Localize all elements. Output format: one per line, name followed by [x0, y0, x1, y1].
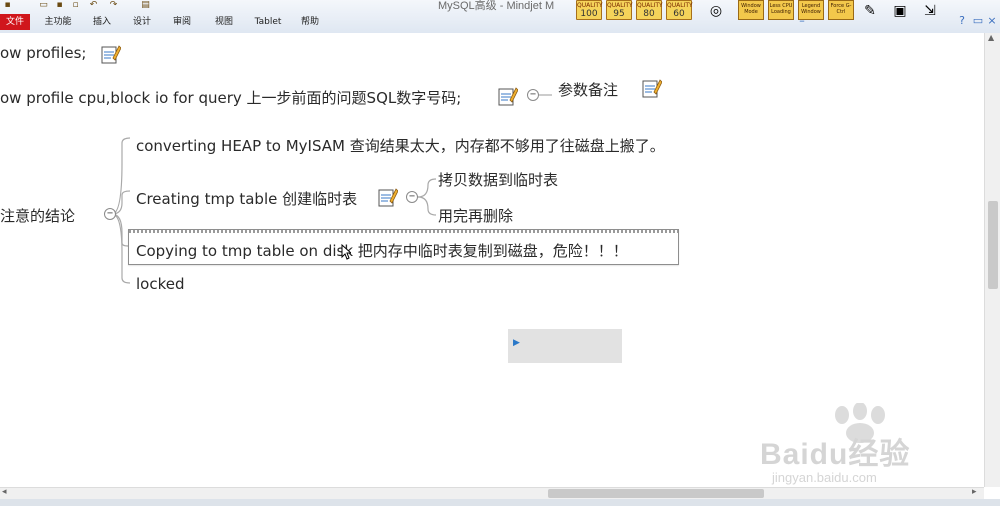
app-icon[interactable]: ▪	[2, 0, 13, 10]
note-icon[interactable]	[101, 44, 121, 64]
status-bar	[0, 499, 1000, 506]
quality-100-button[interactable]: QUALITY 100	[576, 0, 603, 20]
ribbon-bar: ▪ ▭ ▪ ▫ ↶ ↷ ▤ MySQL高级 - Mindjet M 文件 主功能…	[0, 0, 1000, 34]
collapse-toggle[interactable]: −	[406, 191, 418, 203]
topic-copying-to-disk[interactable]: Copying to tmp table on disk 把内存中临时表复制到磁…	[136, 240, 628, 261]
scroll-right-icon[interactable]: ▸	[972, 487, 977, 497]
help-icon[interactable]: ?	[956, 15, 968, 27]
quick-access-toolbar: ▪ ▭ ▪ ▫ ↶ ↷ ▤	[0, 0, 180, 12]
topic-param-note[interactable]: 参数备注	[558, 79, 618, 100]
minimize-ribbon-icon[interactable]: –	[796, 15, 808, 27]
tab-tablet[interactable]: Tablet	[248, 14, 288, 30]
tab-help[interactable]: 帮助	[294, 14, 326, 30]
watermark-url: jingyan.baidu.com	[772, 470, 877, 485]
play-icon[interactable]: ▶	[513, 338, 520, 348]
less-cpu-button[interactable]: Less CPU Loading	[768, 0, 794, 20]
mindmap-canvas[interactable]: ow profiles; ow profile cpu,block io for…	[0, 33, 984, 487]
topic-conclusion[interactable]: 注意的结论	[0, 205, 75, 226]
horizontal-scroll-thumb[interactable]	[548, 489, 764, 498]
redo-icon[interactable]: ↷	[108, 0, 119, 10]
scroll-left-icon[interactable]: ◂	[2, 487, 7, 497]
topic-creating-tmp-table[interactable]: Creating tmp table 创建临时表	[136, 188, 357, 209]
collapse-toggle[interactable]: −	[104, 208, 116, 220]
undo-icon[interactable]: ↶	[88, 0, 99, 10]
restore-icon[interactable]: ▭	[972, 15, 984, 27]
quality-60-button[interactable]: QUALITY 60	[666, 0, 693, 20]
collapse-toggle[interactable]: −	[527, 89, 539, 101]
mouse-cursor-icon	[341, 244, 351, 260]
topic-delete-after[interactable]: 用完再删除	[438, 205, 513, 226]
note-icon[interactable]	[498, 86, 518, 106]
note-icon[interactable]	[378, 187, 398, 207]
horizontal-scrollbar[interactable]: ◂ ▸	[0, 487, 984, 499]
tab-view[interactable]: 视图	[208, 14, 240, 30]
watermark: Baidu经验 jingyan.baidu.com	[720, 403, 980, 487]
topic-show-profiles[interactable]: ow profiles;	[0, 44, 86, 62]
tab-review[interactable]: 审阅	[166, 14, 198, 30]
menu-strip: 文件 主功能 插入 设计 审阅 视图 Tablet 帮助	[0, 14, 560, 31]
topic-show-profile-cpu[interactable]: ow profile cpu,block io for query 上一步前面的…	[0, 87, 461, 108]
topic-converting-heap[interactable]: converting HEAP to MyISAM 查询结果太大，内存都不够用了…	[136, 135, 665, 156]
watermark-brand: Baidu经验	[760, 438, 911, 471]
window-mode-button[interactable]: Window Mode	[738, 0, 764, 20]
note-icon[interactable]	[642, 78, 662, 98]
scroll-up-icon[interactable]: ▲	[988, 33, 994, 42]
ribbon-right-controls: – ? ▭ ×	[796, 12, 1000, 32]
tab-design[interactable]: 设计	[126, 14, 158, 30]
window-title: MySQL高级 - Mindjet M	[438, 0, 555, 12]
disc-icon[interactable]: ◎	[706, 0, 726, 22]
close-icon[interactable]: ×	[986, 15, 998, 27]
tab-home[interactable]: 主功能	[38, 14, 78, 30]
topic-locked[interactable]: locked	[136, 275, 185, 293]
topic-copy-data[interactable]: 拷贝数据到临时表	[438, 169, 558, 190]
print-icon[interactable]: ▫	[70, 0, 81, 10]
tab-file[interactable]: 文件	[0, 14, 30, 30]
vertical-scrollbar[interactable]: ▲	[984, 33, 1000, 487]
note-icon[interactable]: ▤	[140, 0, 151, 10]
media-placeholder[interactable]	[508, 329, 622, 363]
save-icon[interactable]: ▪	[54, 0, 65, 10]
resize-handle[interactable]	[129, 230, 678, 233]
quality-80-button[interactable]: QUALITY 80	[636, 0, 663, 20]
tab-insert[interactable]: 插入	[86, 14, 118, 30]
vertical-scroll-thumb[interactable]	[988, 201, 998, 289]
open-icon[interactable]: ▭	[38, 0, 49, 10]
quality-95-button[interactable]: QUALITY 95	[606, 0, 633, 20]
